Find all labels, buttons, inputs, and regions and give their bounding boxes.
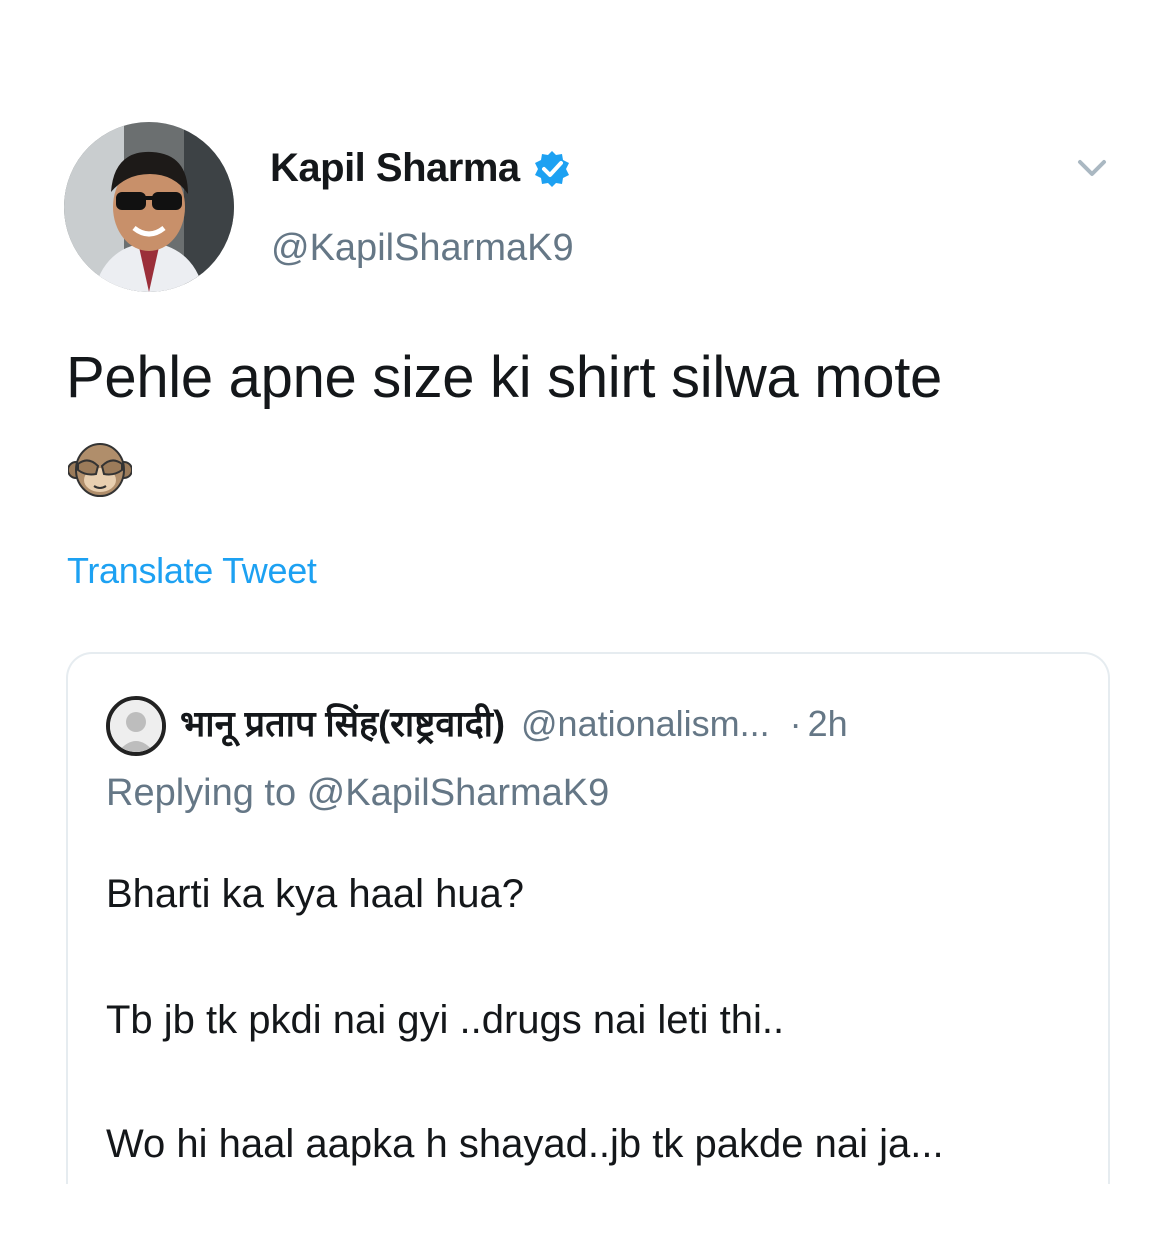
- author-avatar-image: [64, 122, 234, 292]
- verified-badge-icon: [534, 150, 569, 187]
- chevron-down-icon[interactable]: [1072, 150, 1112, 186]
- author-avatar[interactable]: [64, 122, 234, 292]
- tweet-card: Kapil Sharma @KapilSharmaK9 Pehle apne s…: [0, 0, 1170, 1239]
- quoted-author-name[interactable]: भानू प्रताप सिंह(राष्ट्रवादी): [180, 698, 505, 747]
- author-handle[interactable]: @KapilSharmaK9: [271, 227, 574, 270]
- quoted-author-handle[interactable]: @nationalism...: [521, 703, 770, 745]
- see-no-evil-monkey-icon: [68, 443, 132, 497]
- quoted-author-avatar[interactable]: [106, 696, 166, 756]
- replying-to-text: Replying to @KapilSharmaK9: [106, 772, 610, 814]
- quoted-tweet[interactable]: भानू प्रताप सिंह(राष्ट्रवादी) @nationali…: [66, 652, 1110, 1184]
- translate-tweet-link[interactable]: Translate Tweet: [67, 550, 317, 592]
- quoted-text-line: Tb jb tk pkdi nai gyi ..drugs nai leti t…: [106, 998, 785, 1042]
- quoted-header: भानू प्रताप सिंह(राष्ट्रवादी) @nationali…: [180, 698, 848, 747]
- author-name[interactable]: Kapil Sharma: [270, 146, 520, 191]
- author-name-row: Kapil Sharma: [270, 146, 572, 191]
- quoted-timestamp: 2h: [807, 703, 848, 744]
- header-separator: ·: [789, 703, 802, 744]
- tweet-text: Pehle apne size ki shirt silwa mote: [66, 345, 943, 410]
- quoted-text-line: Wo hi haal aapka h shayad..jb tk pakde n…: [106, 1122, 944, 1166]
- quoted-text-line: Bharti ka kya haal hua?: [106, 872, 525, 916]
- quoted-avatar-image: [110, 700, 162, 752]
